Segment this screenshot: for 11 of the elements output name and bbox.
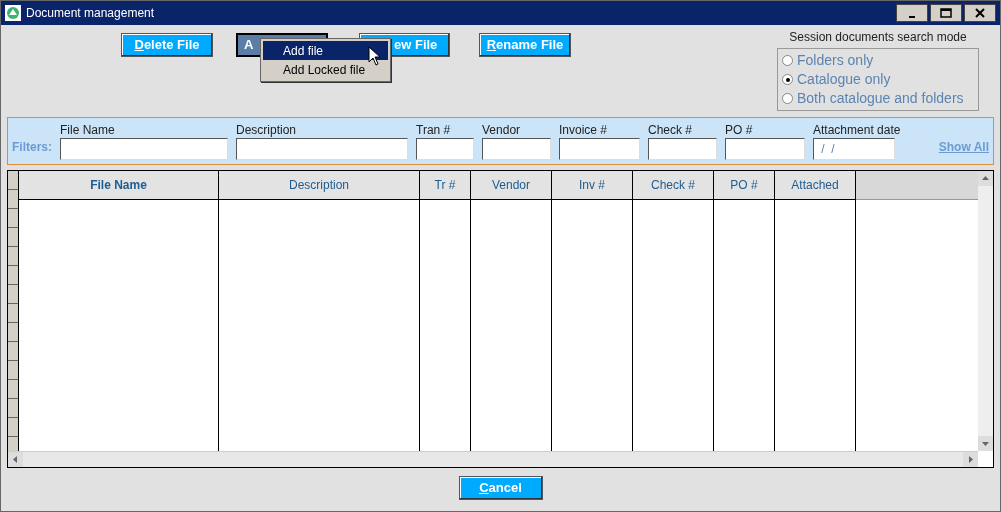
filter-label: PO #	[725, 122, 754, 138]
filter-label: Check #	[648, 122, 694, 138]
filter-label: Tran #	[416, 122, 452, 138]
filter-label: Attachment date	[813, 122, 901, 138]
filter-label: Invoice #	[559, 122, 609, 138]
filter-label: Description	[236, 122, 298, 138]
filter-label: Vendor	[482, 122, 522, 138]
search-mode-title: Session documents search mode	[789, 29, 967, 46]
filters-label: Filters:	[12, 139, 52, 156]
window-title: Document management	[26, 5, 155, 22]
filter-label: File Name	[60, 122, 116, 138]
